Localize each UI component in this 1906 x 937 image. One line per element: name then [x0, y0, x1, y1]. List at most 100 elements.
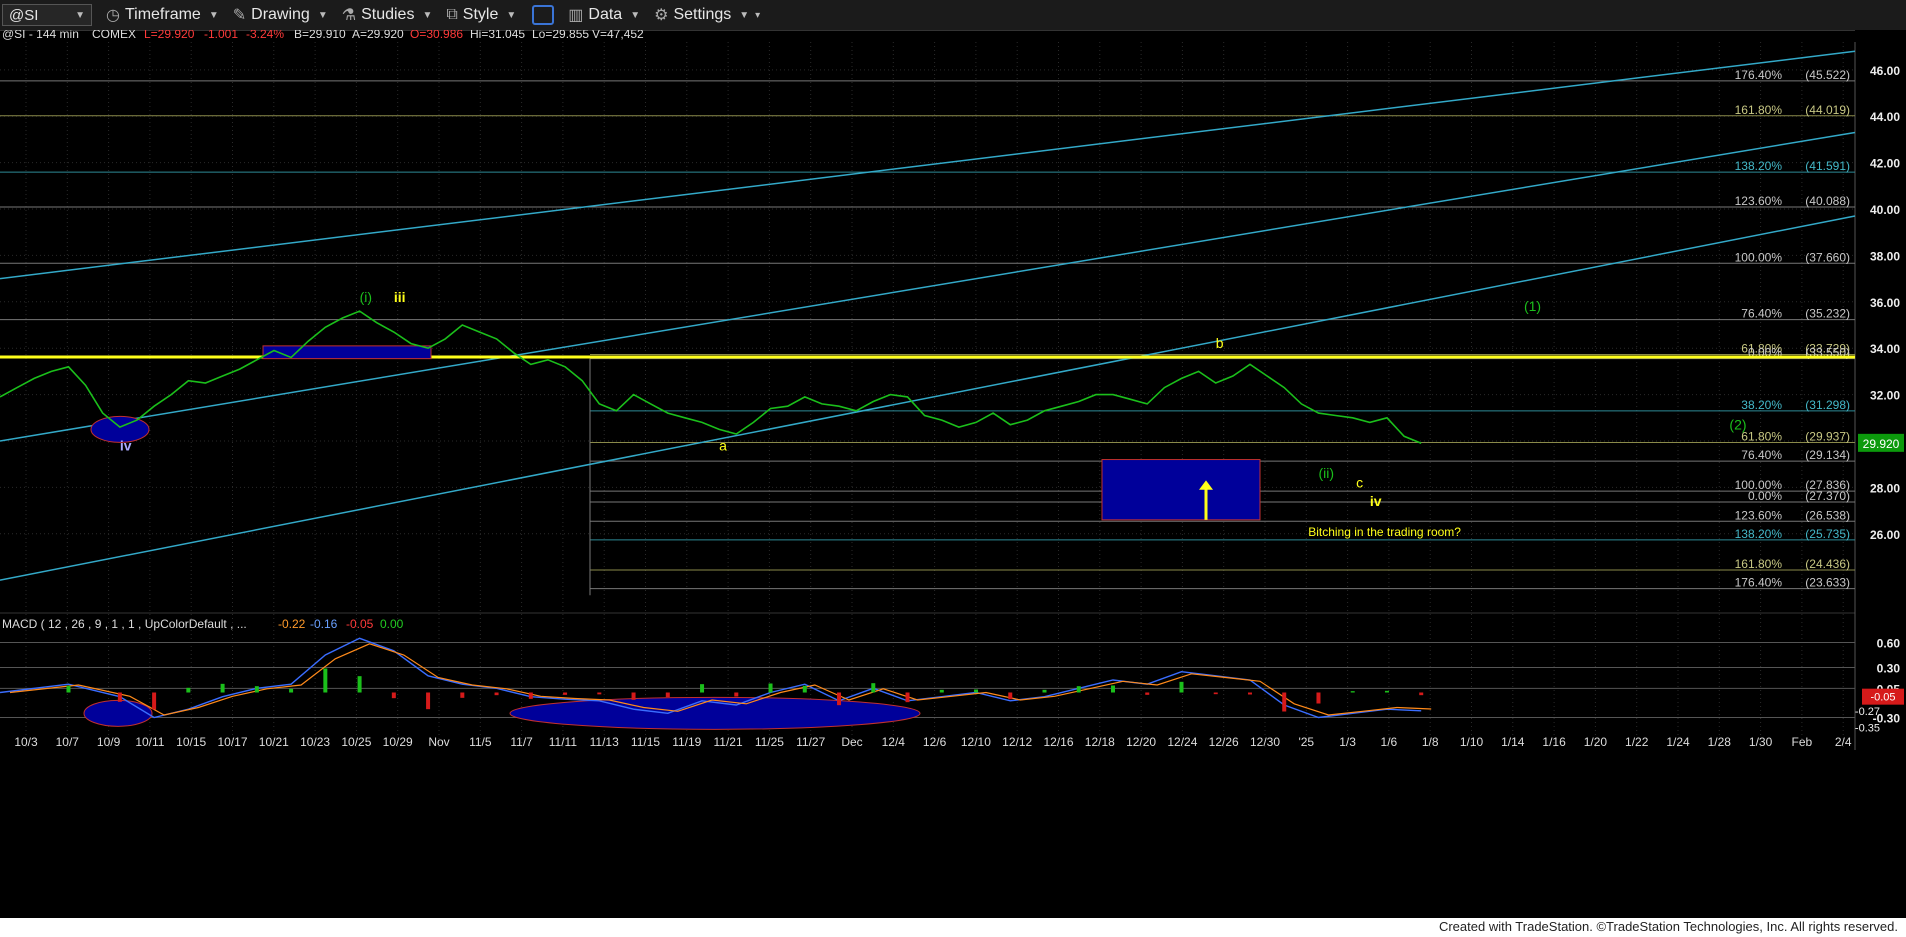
x-tick-label: 1/10 — [1460, 735, 1484, 749]
wave-label: (2) — [1729, 416, 1746, 432]
last-price-label: 29.920 — [1863, 437, 1900, 451]
fib-pct-label: 76.40% — [1741, 448, 1782, 462]
x-tick-label: 10/29 — [383, 735, 413, 749]
macd-histogram-bar — [871, 683, 876, 693]
timeframe-menu[interactable]: ◷ Timeframe ▼ — [106, 0, 219, 30]
fib-pct-label: 138.20% — [1735, 527, 1783, 541]
wave-label: c — [1356, 474, 1363, 490]
settings-label: Settings — [673, 6, 732, 23]
x-tick-label: 11/25 — [755, 735, 784, 749]
x-tick-label: 10/7 — [56, 735, 80, 749]
macd-histogram-bar — [528, 692, 533, 699]
symbol-input[interactable]: @SI ▼ — [2, 4, 92, 26]
macd-histogram-bar — [1419, 692, 1424, 696]
x-tick-label: 1/30 — [1749, 735, 1773, 749]
flask-icon: ⚗ — [341, 7, 357, 24]
toolbar: @SI ▼ ◷ Timeframe ▼ ✎ Drawing ▼ ⚗ Studies ▼ ⧉ S… — [0, 0, 1906, 31]
macd-current-label: -0.05 — [1870, 692, 1895, 704]
x-tick-label: 11/15 — [631, 735, 660, 749]
macd-histogram-bar — [734, 692, 739, 697]
wave-label: (ii) — [1318, 465, 1334, 481]
wave-label: iii — [394, 289, 406, 305]
macd-histogram-bar — [391, 692, 396, 699]
macd-value-2: -0.16 — [310, 617, 338, 631]
x-tick-label: 1/22 — [1625, 735, 1649, 749]
macd-histogram-bar — [1282, 692, 1287, 712]
macd-histogram-bar — [1247, 692, 1252, 695]
macd-value-3: -0.05 — [346, 617, 374, 631]
style-menu[interactable]: ⧉ Style ▼ — [446, 0, 516, 30]
x-tick-label: 11/19 — [672, 735, 701, 749]
fib-pct-label: 161.80% — [1735, 557, 1783, 571]
macd-histogram-bar — [1350, 691, 1355, 693]
x-tick-label: 1/28 — [1708, 735, 1732, 749]
fib-pct-label: 38.20% — [1741, 398, 1782, 412]
y-tick-label: 26.00 — [1870, 528, 1900, 542]
x-tick-label: 12/6 — [923, 735, 947, 749]
y-tick-label: 34.00 — [1870, 342, 1900, 356]
fib-value-label: (24.436) — [1805, 557, 1850, 571]
macd-histogram-bar — [1008, 692, 1013, 700]
macd-histogram-bar — [1179, 681, 1184, 693]
macd-histogram-bar — [802, 685, 807, 693]
x-tick-label: 12/20 — [1126, 735, 1156, 749]
chevron-down-icon: ▼ — [422, 9, 433, 21]
footer: Created with TradeStation. ©TradeStation… — [0, 918, 1906, 937]
layout-icon[interactable] — [532, 5, 555, 25]
macd-value-4: 0.00 — [380, 617, 404, 631]
wave-label: Bitching in the trading room? — [1308, 525, 1461, 539]
x-tick-label: 12/16 — [1043, 735, 1073, 749]
header-ask: A=29.920 — [352, 30, 404, 41]
macd-histogram-bar — [837, 692, 842, 706]
wave-label: iv — [1370, 493, 1382, 509]
macd-histogram-bar — [905, 692, 910, 703]
fib-value-label: (44.019) — [1805, 103, 1850, 117]
x-tick-label: Dec — [841, 735, 862, 749]
x-tick-label: 1/20 — [1584, 735, 1608, 749]
header-volume: V=47,452 — [592, 30, 644, 41]
x-tick-label: 10/9 — [97, 735, 121, 749]
drawing-menu[interactable]: ✎ Drawing ▼ — [233, 0, 328, 30]
y-tick-label: 40.00 — [1870, 203, 1900, 217]
macd-histogram-bar — [1213, 692, 1218, 695]
x-tick-label: 10/23 — [300, 735, 330, 749]
macd-histogram-bar — [426, 692, 431, 710]
header-low: Lo=29.855 — [532, 30, 589, 41]
wave-label: (i) — [360, 289, 372, 305]
wave-label: b — [1216, 335, 1224, 351]
header-change: -1.001 — [204, 30, 238, 41]
macd-histogram-bar — [357, 676, 362, 693]
settings-menu[interactable]: ⚙ Settings ▼ ▾ — [654, 0, 760, 30]
macd-histogram-bar — [1316, 692, 1321, 704]
chevron-down-icon: ▼ — [75, 9, 85, 21]
y-tick-label: 46.00 — [1870, 64, 1900, 78]
x-tick-label: 1/6 — [1381, 735, 1398, 749]
macd-histogram-bar — [186, 687, 191, 693]
fib-levels: 176.40% (45.522) 161.80% (44.019) 138.20% (41… — [0, 68, 1855, 596]
macd-histogram-bar — [563, 692, 568, 695]
x-tick-label: 10/17 — [217, 735, 247, 749]
chevron-down-icon: ▼ — [506, 9, 517, 21]
y-tick-label: 28.00 — [1870, 481, 1900, 495]
chart-grid — [0, 30, 1906, 918]
x-tick-label: 10/3 — [14, 735, 38, 749]
data-menu[interactable]: ▥ Data ▼ — [568, 0, 640, 30]
timeframe-label: Timeframe — [124, 6, 201, 23]
chart-axes: 10/3 10/7 10/9 10/11 10/15 10/17 10/21 10/23 10/… — [14, 64, 1904, 749]
fib-value-label: (41.591) — [1805, 159, 1850, 173]
macd-histogram-bar — [700, 684, 705, 693]
price-chart[interactable]: 176.40% (45.522) 161.80% (44.019) 138.20% (41… — [0, 30, 1906, 918]
macd-label: MACD ( 12 , 26 , 9 , 1 , 1 , UpColorDefa… — [2, 617, 247, 631]
x-tick-label: Feb — [1792, 735, 1813, 749]
style-icon: ⧉ — [446, 6, 458, 23]
x-tick-label: 12/12 — [1002, 735, 1032, 749]
studies-menu[interactable]: ⚗ Studies ▼ — [342, 0, 433, 30]
macd-histogram-bar — [152, 692, 157, 710]
data-icon: ▥ — [568, 7, 584, 24]
header-exchange: COMEX — [92, 30, 136, 41]
x-tick-label: '25 — [1298, 735, 1314, 749]
fib-pct-label: 76.40% — [1741, 307, 1782, 321]
macd-histogram-bar — [460, 692, 465, 698]
macd-histogram-bar — [665, 692, 670, 698]
symbol-value: @SI — [9, 6, 39, 24]
